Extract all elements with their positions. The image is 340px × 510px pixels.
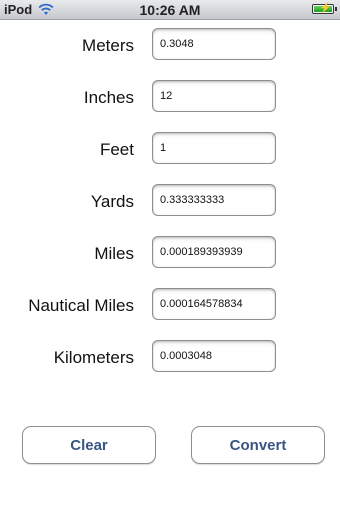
miles-label: Miles	[94, 244, 134, 263]
yards-field[interactable]	[152, 184, 276, 216]
meters-field[interactable]	[152, 28, 276, 60]
miles-field[interactable]	[152, 236, 276, 268]
feet-field[interactable]	[152, 132, 276, 164]
status-bar: iPod 10:26 AM ⚡	[0, 0, 340, 20]
row-feet: Feet	[0, 132, 340, 166]
row-kilometers: Kilometers	[0, 340, 340, 374]
kilometers-label: Kilometers	[53, 348, 134, 367]
nautical-miles-label: Nautical Miles	[28, 296, 134, 315]
clear-button[interactable]: Clear	[22, 426, 156, 464]
nautical-miles-field[interactable]	[152, 288, 276, 320]
kilometers-field[interactable]	[152, 340, 276, 372]
feet-label: Feet	[99, 140, 134, 159]
meters-label: Meters	[82, 36, 134, 55]
inches-label: Inches	[83, 88, 134, 107]
row-inches: Inches	[0, 80, 340, 114]
row-nautical-miles: Nautical Miles	[0, 288, 340, 322]
row-yards: Yards	[0, 184, 340, 218]
inches-field[interactable]	[152, 80, 276, 112]
battery-charging-icon: ⚡	[312, 3, 337, 14]
row-miles: Miles	[0, 236, 340, 270]
yards-label: Yards	[90, 192, 134, 211]
row-meters: Meters	[0, 28, 340, 62]
convert-button[interactable]: Convert	[191, 426, 325, 464]
clock-time: 10:26 AM	[139, 2, 201, 18]
